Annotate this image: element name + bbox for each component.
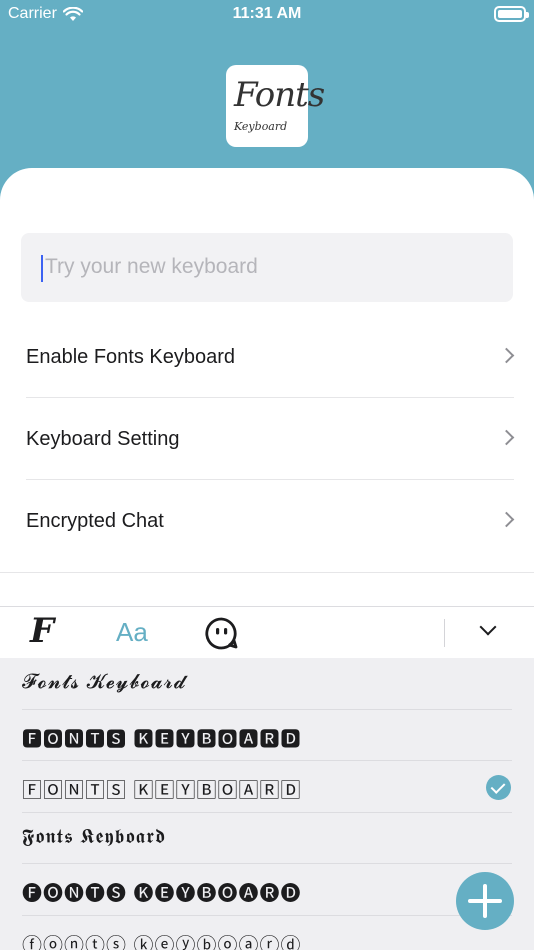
fonts-tab-icon[interactable]: F [30,611,54,651]
battery-icon [494,6,529,22]
font-option-selected[interactable]: 🄵🄾🄽🅃🅂 🄺🄴🅈🄱🄾🄰🅁🄳 [0,761,534,813]
font-style-list: 𝓕𝓸𝓷𝓽𝓼 𝓚𝓮𝔂𝓫𝓸𝓪𝓻𝓭 🅵🅾🅽🆃🆂 🅺🅴🆈🅱🅾🅰🆁🅳 🄵🄾🄽🅃🅂 🄺🄴🅈🄱… [0,658,534,950]
font-sample: ⓕⓞⓝⓣⓢ ⓚⓔⓨⓑⓞⓐⓡⓓ [22,934,302,950]
font-sample: 🅵🅾🅽🆃🆂 🅺🅴🆈🅱🅾🅰🆁🅳 [22,728,302,751]
text-caret [41,255,43,282]
status-bar: Carrier 11:31 AM [0,0,534,30]
font-option[interactable]: 𝕱𝖔𝖓𝖙𝖘 𝕶𝖊𝖞𝖇𝖔𝖆𝖗𝖉 [0,813,534,864]
font-sample: 𝓕𝓸𝓷𝓽𝓼 𝓚𝓮𝔂𝓫𝓸𝓪𝓻𝓭 [22,671,187,693]
menu-item-keyboard-setting[interactable]: Keyboard Setting [0,398,534,480]
menu-item-encrypted-chat[interactable]: Encrypted Chat [0,480,534,562]
font-sample: 🄵🄾🄽🅃🅂 🄺🄴🅈🄱🄾🄰🅁🄳 [22,780,302,802]
font-sample: 𝕱𝖔𝖓𝖙𝖘 𝕶𝖊𝖞𝖇𝖔𝖆𝖗𝖉 [22,825,167,848]
menu-item-label: Enable Fonts Keyboard [26,346,236,368]
status-time: 11:31 AM [232,5,302,22]
font-sample: 🅕🅞🅝🅣🅢 🅚🅔🅨🅑🅞🅐🅡🅓 [22,883,302,905]
chevron-right-icon [498,347,515,364]
chat-bubble-icon[interactable] [205,617,238,650]
font-option[interactable]: 𝓕𝓸𝓷𝓽𝓼 𝓚𝓮𝔂𝓫𝓸𝓪𝓻𝓭 [0,658,534,710]
search-placeholder: Try your new keyboard [45,255,258,278]
menu-item-label: Keyboard Setting [26,428,180,450]
keyboard-toolbar: F Aa [0,606,534,658]
keyboard-test-input[interactable]: Try your new keyboard [21,233,513,302]
app-logo: Fonts Keyboard [226,65,325,147]
checkmark-icon [486,775,511,800]
toolbar-separator [444,619,445,647]
font-option[interactable]: ⓕⓞⓝⓣⓢ ⓚⓔⓨⓑⓞⓐⓡⓓ [0,916,534,950]
chevron-right-icon [498,429,515,446]
section-divider [0,572,534,573]
logo-title: Fonts [234,75,325,115]
menu-item-enable-keyboard[interactable]: Enable Fonts Keyboard [0,316,534,398]
chevron-right-icon [498,511,515,528]
chevron-down-icon[interactable] [479,618,497,636]
menu-item-label: Encrypted Chat [26,510,164,532]
logo-subtitle: Keyboard [234,120,288,133]
text-style-tab[interactable]: Aa [116,617,148,648]
font-option[interactable]: 🅵🅾🅽🆃🆂 🅺🅴🆈🅱🅾🅰🆁🅳 [0,710,534,761]
font-option[interactable]: 🅕🅞🅝🅣🅢 🅚🅔🅨🅑🅞🅐🅡🅓 [0,864,534,916]
add-font-button[interactable] [456,872,514,930]
